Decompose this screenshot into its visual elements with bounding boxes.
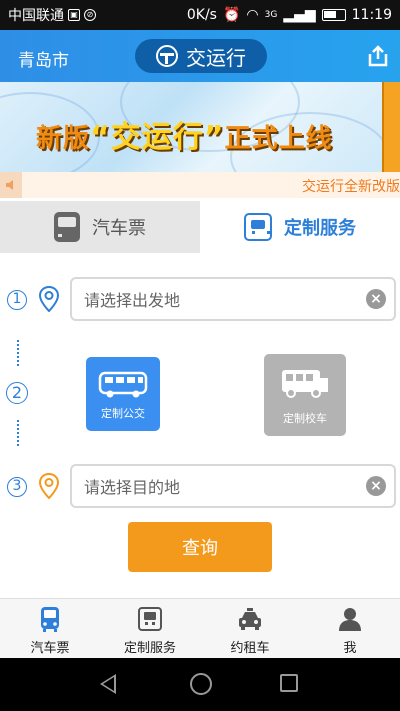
- step-number: 1: [7, 290, 27, 310]
- destination-pin-icon: [39, 473, 59, 499]
- location-pin-icon: [39, 286, 59, 312]
- notice-bar[interactable]: 交运行全新改版: [0, 172, 400, 198]
- alarm-icon: ⏰: [222, 7, 241, 23]
- departure-input[interactable]: 请选择出发地 ×: [70, 277, 396, 321]
- query-button[interactable]: 查询: [128, 522, 272, 572]
- share-icon[interactable]: [366, 44, 390, 68]
- banner-text-mid: “交运行”: [90, 120, 225, 155]
- banner-phone-graphic: [382, 82, 400, 172]
- carrier-name: 中国联通: [8, 8, 64, 24]
- app-name: 交运行: [186, 45, 246, 70]
- sync-notification-icon: ⊘: [84, 9, 96, 21]
- battery-icon: [321, 9, 346, 21]
- wifi-icon: ◠: [246, 7, 259, 23]
- tab-bus-ticket[interactable]: 汽车票: [0, 201, 200, 253]
- city-selector[interactable]: 青岛市: [18, 46, 69, 71]
- system-navigation-bar: [0, 658, 400, 711]
- departure-placeholder: 请选择出发地: [84, 291, 181, 310]
- bus-icon: [54, 212, 84, 242]
- recent-apps-icon[interactable]: [280, 674, 298, 692]
- nav-item-bus-ticket[interactable]: 汽车票: [0, 599, 100, 658]
- banner-headline: 新版“交运行”正式上线: [36, 112, 332, 156]
- back-icon[interactable]: [100, 674, 116, 694]
- school-bus-icon: [282, 370, 328, 398]
- clock: 11:19: [351, 7, 392, 23]
- destination-input[interactable]: 请选择目的地 ×: [70, 464, 396, 508]
- service-label: 定制公交: [101, 407, 145, 420]
- nav-item-custom-service[interactable]: 定制服务: [100, 599, 200, 658]
- custom-service-icon: [244, 213, 272, 241]
- nav-label: 约租车: [230, 641, 270, 656]
- tab-label: 定制服务: [284, 218, 356, 239]
- app-header: 青岛市 交运行: [0, 30, 400, 82]
- step-number: 2: [6, 382, 28, 404]
- clear-departure-button[interactable]: ×: [366, 289, 386, 309]
- nav-label: 我: [343, 641, 357, 656]
- home-icon[interactable]: [190, 673, 212, 695]
- nav-label: 汽车票: [30, 641, 70, 656]
- custom-service-icon: [138, 607, 162, 631]
- custom-school-bus-button[interactable]: 定制校车: [264, 354, 346, 436]
- status-bar: 中国联通 ▣ ⊘ 0K/s ⏰ ◠ 3G ▂▄▆ 11:19: [0, 0, 400, 30]
- step-number: 3: [7, 477, 27, 497]
- taxi-icon: [239, 608, 261, 630]
- banner-text-right: 正式上线: [224, 124, 333, 154]
- user-icon: [339, 608, 361, 631]
- custom-bus-button[interactable]: 定制公交: [86, 357, 160, 431]
- notice-text: 交运行全新改版: [302, 179, 400, 195]
- bottom-navigation: 汽车票 定制服务 约租车 我: [0, 598, 400, 658]
- step-connector: [17, 420, 19, 446]
- service-label: 定制校车: [283, 412, 327, 425]
- service-tabs: 汽车票 定制服务: [0, 201, 400, 253]
- banner-text-left: 新版: [36, 124, 91, 154]
- nav-item-taxi[interactable]: 约租车: [200, 599, 300, 658]
- tab-label: 汽车票: [92, 218, 146, 239]
- bus-icon: [41, 607, 59, 632]
- app-logo: 交运行: [135, 39, 267, 73]
- network-type: 3G: [264, 10, 278, 20]
- nav-item-me[interactable]: 我: [300, 599, 400, 658]
- network-speed: 0K/s: [186, 7, 217, 23]
- destination-placeholder: 请选择目的地: [84, 478, 181, 497]
- steering-wheel-icon: [156, 45, 178, 67]
- clear-destination-button[interactable]: ×: [366, 476, 386, 496]
- tab-custom-service[interactable]: 定制服务: [200, 201, 400, 253]
- promo-banner[interactable]: 新版“交运行”正式上线: [0, 82, 400, 172]
- image-notification-icon: ▣: [68, 9, 80, 21]
- nav-label: 定制服务: [123, 641, 176, 656]
- signal-icon: ▂▄▆: [283, 7, 316, 23]
- step-connector: [17, 340, 19, 366]
- speaker-icon: [0, 172, 22, 198]
- bus-icon: [98, 371, 148, 398]
